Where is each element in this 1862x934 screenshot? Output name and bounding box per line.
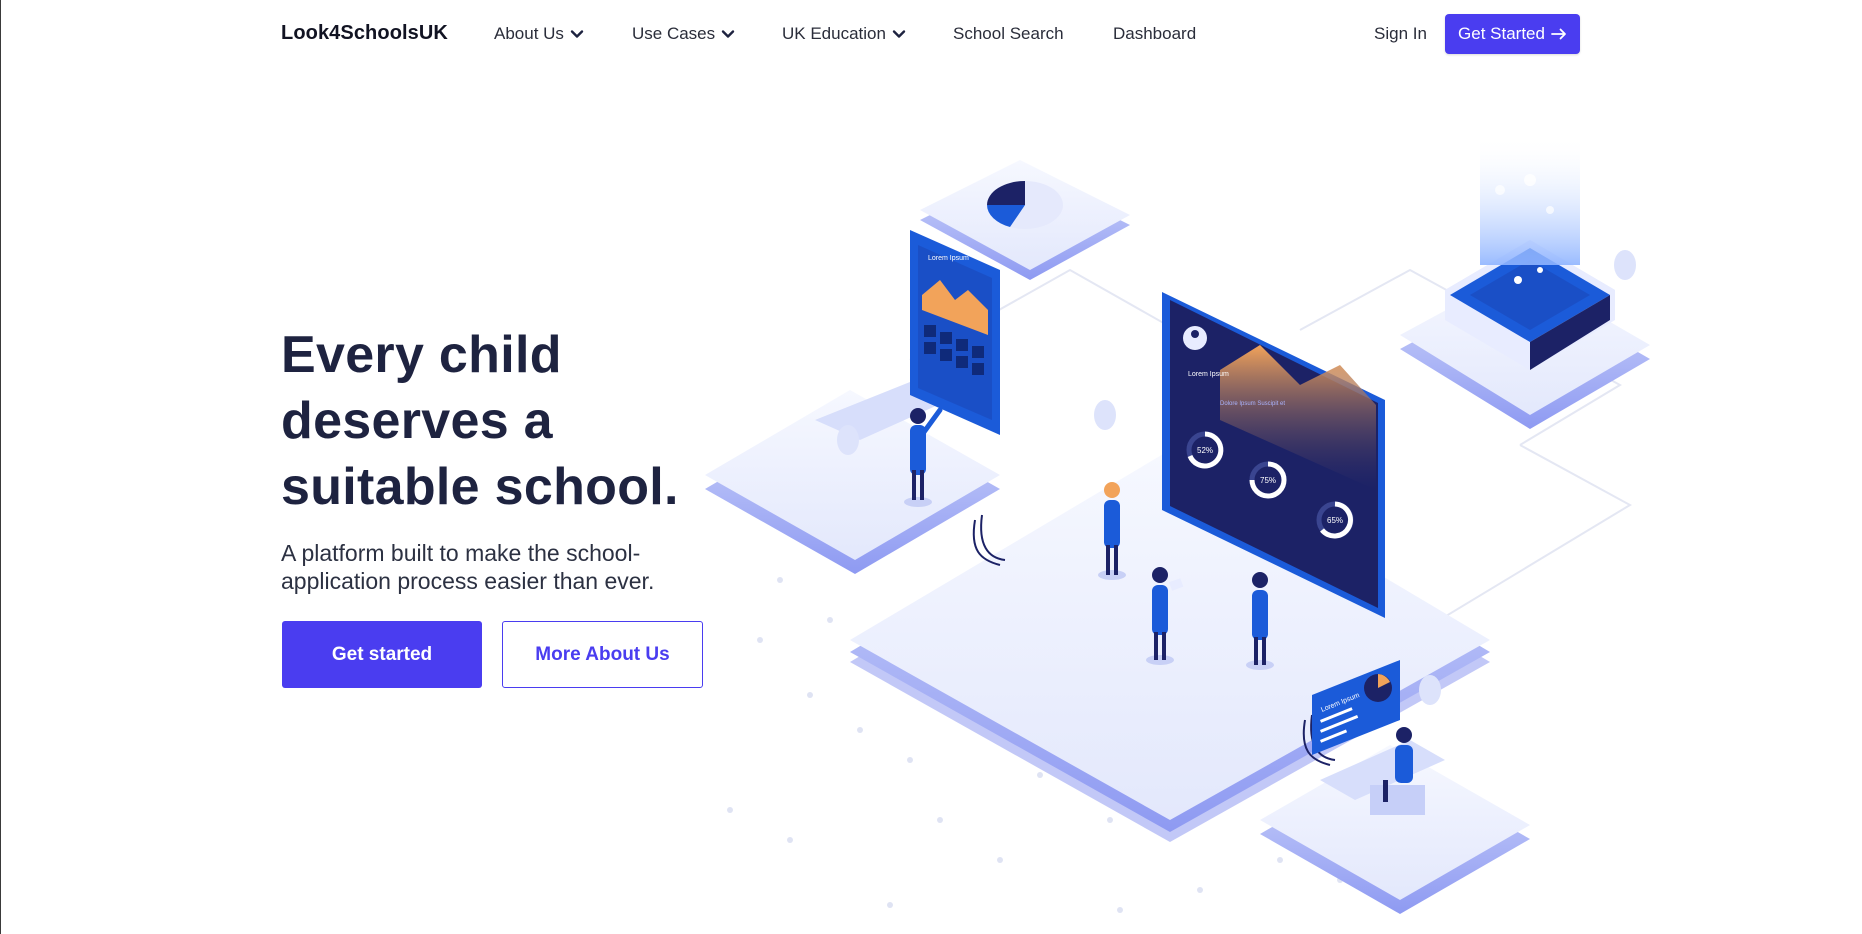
nav-item-school-search[interactable]: School Search <box>953 24 1064 44</box>
get-started-nav-button[interactable]: Get Started <box>1445 14 1580 54</box>
svg-text:75%: 75% <box>1260 476 1276 485</box>
svg-text:65%: 65% <box>1327 516 1343 525</box>
hero-illustration: Lorem Ipsum Lorem Ipsum Dolore Ipsum Sus… <box>705 135 1650 914</box>
nav-item-use-cases[interactable]: Use Cases <box>632 24 735 44</box>
window-edge <box>0 0 1 934</box>
svg-text:Lorem Ipsum: Lorem Ipsum <box>928 255 969 262</box>
get-started-button[interactable]: Get started <box>282 621 482 688</box>
server-platform <box>1400 135 1650 429</box>
svg-text:Lorem Ipsum: Lorem Ipsum <box>1188 371 1229 378</box>
sign-in-link[interactable]: Sign In <box>1374 24 1427 44</box>
headline-line: suitable school. <box>281 458 679 516</box>
chevron-down-icon <box>892 30 906 38</box>
nav-item-label: Dashboard <box>1113 24 1197 43</box>
nav-item-uk-education[interactable]: UK Education <box>782 24 906 44</box>
headline-line: deserves a <box>281 392 553 450</box>
nav-item-label: Use Cases <box>632 24 716 43</box>
top-navigation: Look4SchoolsUK About Us Use Cases UK Edu… <box>0 0 1862 68</box>
chevron-down-icon <box>721 30 735 38</box>
brand-logo[interactable]: Look4SchoolsUK <box>281 22 448 45</box>
nav-item-about-us[interactable]: About Us <box>494 24 584 44</box>
get-started-label: Get Started <box>1458 24 1545 43</box>
nav-item-dashboard[interactable]: Dashboard <box>1113 24 1196 44</box>
svg-text:Dolore Ipsum Suscipit et: Dolore Ipsum Suscipit et <box>1220 401 1285 407</box>
hero-headline: Every child deserves a suitable school. <box>281 322 711 520</box>
chevron-down-icon <box>570 30 584 38</box>
nav-item-label: School Search <box>953 24 1064 43</box>
hero-subheading: A platform built to make the school-appl… <box>281 540 655 594</box>
headline-line: Every child <box>281 326 562 384</box>
left-platform: Lorem Ipsum <box>705 230 1000 574</box>
nav-item-label: About Us <box>494 24 564 43</box>
more-about-us-button[interactable]: More About Us <box>502 621 703 688</box>
arrow-right-icon <box>1551 28 1566 40</box>
nav-item-label: UK Education <box>782 24 886 43</box>
svg-text:52%: 52% <box>1197 446 1213 455</box>
